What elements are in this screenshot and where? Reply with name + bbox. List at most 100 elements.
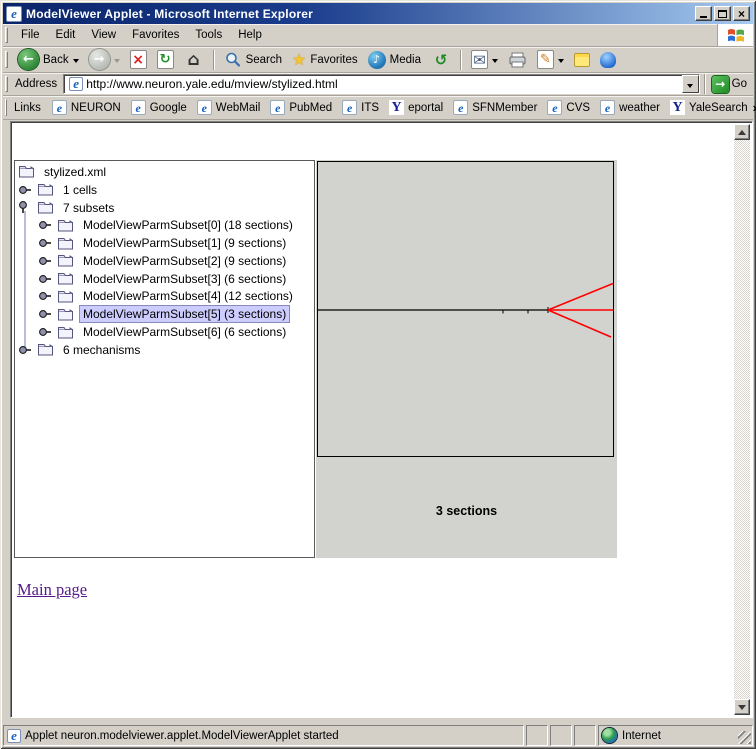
tree-row-subset-5-selected[interactable]: ModelViewParmSubset[5] (3 sections) [15,305,314,323]
tree-label[interactable]: ModelViewParmSubset[0] (18 sections) [79,216,297,234]
link-yalesearch[interactable]: YaleSearch [665,98,753,117]
scroll-up-icon [738,126,746,135]
tree-label[interactable]: ModelViewParmSubset[4] (12 sections) [79,287,297,305]
discuss-button[interactable] [569,51,595,69]
tree-label[interactable]: 7 subsets [59,199,118,217]
standard-toolbar: ← Back → × ↻ ⌂ Search ★ Favorites [3,47,753,73]
edit-dropdown-icon[interactable] [558,59,564,66]
forward-button[interactable]: → [84,47,125,72]
link-sfnmember[interactable]: SFNMember [448,98,542,117]
ie-page-icon [270,100,285,115]
link-google[interactable]: Google [126,98,192,117]
refresh-icon: ↻ [157,50,174,69]
tree-row-subset-6[interactable]: ModelViewParmSubset[6] (6 sections) [15,323,314,341]
link-neuron[interactable]: NEURON [47,98,126,117]
menu-favorites[interactable]: Favorites [124,26,187,44]
messenger-button[interactable] [595,50,621,70]
resize-grip[interactable] [738,731,751,744]
tree-label[interactable]: 1 cells [59,181,101,199]
address-url[interactable]: http://www.neuron.yale.edu/mview/stylize… [86,77,681,91]
history-button[interactable]: ↺ [426,48,456,71]
tree-row-root[interactable]: stylized.xml [15,163,314,181]
collapsed-handle-icon[interactable] [38,256,53,266]
collapsed-handle-icon[interactable] [18,345,33,355]
go-button[interactable]: → Go [710,76,753,93]
tree-label[interactable]: 6 mechanisms [59,341,144,359]
tree-label[interactable]: ModelViewParmSubset[2] (9 sections) [79,252,290,270]
scroll-down-button[interactable] [734,699,750,715]
minimize-button[interactable] [695,6,712,21]
internet-zone-icon [602,728,617,743]
refresh-button[interactable]: ↻ [152,48,179,71]
tree-row-subset-3[interactable]: ModelViewParmSubset[3] (6 sections) [15,270,314,288]
tree-label[interactable]: stylized.xml [40,163,110,181]
status-pane-1 [526,725,548,746]
link-cvs[interactable]: CVS [542,98,595,117]
favorites-icon: ★ [292,50,306,69]
main-page-link[interactable]: Main page [17,580,87,600]
link-weather[interactable]: weather [595,98,665,117]
yale-y-icon [670,100,685,115]
ie-page-icon [197,100,212,115]
tree-row-subset-1[interactable]: ModelViewParmSubset[1] (9 sections) [15,234,314,252]
tree-label[interactable]: ModelViewParmSubset[6] (6 sections) [79,323,290,341]
search-button[interactable]: Search [219,49,287,71]
stop-button[interactable]: × [125,48,152,71]
collapsed-handle-icon[interactable] [38,291,53,301]
print-button[interactable] [503,49,532,71]
maximize-button[interactable] [714,6,731,21]
favorites-button[interactable]: ★ Favorites [287,48,363,71]
link-its[interactable]: ITS [337,98,384,117]
menu-edit[interactable]: Edit [48,26,84,44]
mail-button[interactable]: ✉ [466,48,503,71]
toolbar-grab-handle[interactable] [5,51,8,69]
tree-label-selected[interactable]: ModelViewParmSubset[5] (3 sections) [79,305,290,323]
menubar-grab-handle[interactable] [5,27,8,42]
home-button[interactable]: ⌂ [179,48,209,72]
collapsed-handle-icon[interactable] [38,220,53,230]
scroll-up-button[interactable] [734,124,750,140]
tree-row-subset-0[interactable]: ModelViewParmSubset[0] (18 sections) [15,216,314,234]
collapsed-handle-icon[interactable] [38,327,53,337]
close-button[interactable]: × [733,6,750,21]
home-icon: ⌂ [184,50,204,70]
tree-row-cells[interactable]: 1 cells [15,181,314,199]
messenger-icon [600,52,616,68]
menu-view[interactable]: View [83,26,124,44]
menu-tools[interactable]: Tools [187,26,230,44]
tree-row-subset-4[interactable]: ModelViewParmSubset[4] (12 sections) [15,288,314,306]
collapsed-handle-icon[interactable] [18,185,33,195]
link-pubmed[interactable]: PubMed [265,98,337,117]
forward-dropdown-icon[interactable] [114,59,120,66]
edit-button[interactable]: ✎ [532,48,569,71]
menu-help[interactable]: Help [230,26,270,44]
links-overflow-chevron[interactable]: » [753,100,756,115]
tree-label[interactable]: ModelViewParmSubset[1] (9 sections) [79,234,290,252]
tree-row-subset-2[interactable]: ModelViewParmSubset[2] (9 sections) [15,252,314,270]
shape-canvas-panel[interactable]: 3 sections [316,160,617,558]
link-webmail[interactable]: WebMail [192,98,266,117]
addressbar-separator [704,74,706,94]
tree-row-mechanisms[interactable]: 6 mechanisms [15,341,314,359]
mail-dropdown-icon[interactable] [492,59,498,66]
back-icon: ← [18,49,39,70]
link-eportal[interactable]: eportal [384,98,448,117]
back-dropdown-icon[interactable] [73,59,79,66]
collapsed-handle-icon[interactable] [38,309,53,319]
expanded-handle-icon[interactable] [18,200,33,214]
collapsed-handle-icon[interactable] [38,238,53,248]
address-input[interactable]: http://www.neuron.yale.edu/mview/stylize… [63,74,699,94]
menu-file[interactable]: File [13,26,48,44]
media-button[interactable]: ♪ Media [363,49,426,71]
address-dropdown-button[interactable] [682,75,699,93]
folder-icon [57,289,74,304]
vertical-scrollbar[interactable] [734,124,750,715]
linksbar-grab-handle[interactable] [5,99,7,115]
collapsed-handle-icon[interactable] [38,274,53,284]
addressbar-grab-handle[interactable] [5,76,8,91]
back-button[interactable]: ← Back [13,47,84,72]
folder-icon [37,182,54,197]
tree-row-subsets[interactable]: 7 subsets [15,199,314,217]
ie-page-icon [547,100,562,115]
tree-label[interactable]: ModelViewParmSubset[3] (6 sections) [79,270,290,288]
